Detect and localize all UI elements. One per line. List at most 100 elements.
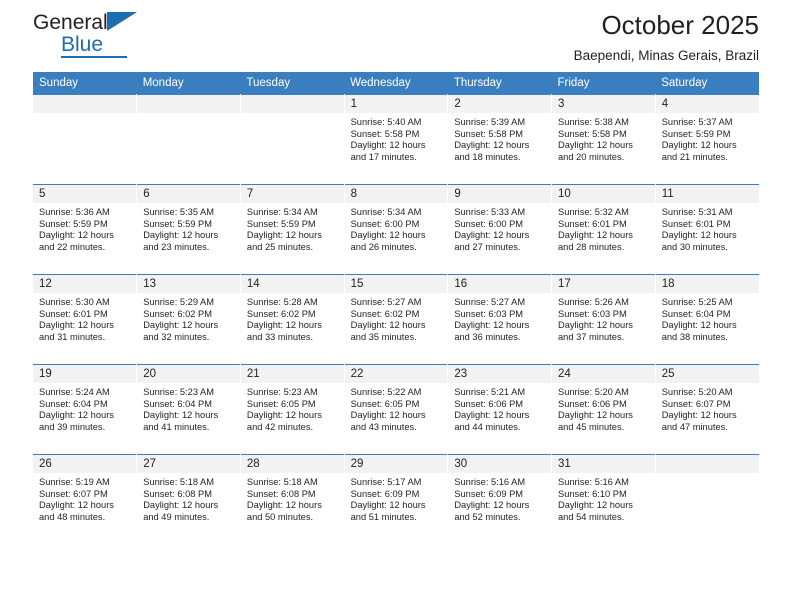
day-number: 11	[655, 185, 759, 203]
day-number: 21	[240, 365, 344, 383]
day-daylight-text: Daylight: 12 hours	[558, 230, 633, 241]
calendar-cell[interactable]: 17 Sunrise: 5:26 AM Sunset: 6:03 PM Dayligh…	[551, 274, 656, 365]
day-sunset-text: Sunset: 6:05 PM	[350, 398, 420, 409]
day-sunset-text: Sunset: 6:01 PM	[39, 308, 108, 319]
calendar-cell[interactable]: 5 Sunrise: 5:36 AM Sunset: 5:59 PM Daylight…	[33, 184, 138, 275]
calendar-cell[interactable]: 30 Sunrise: 5:16 AM Sunset: 6:09 PM Dayligh…	[447, 454, 553, 544]
day-sunrise-text: Sunrise: 5:24 AM	[39, 387, 110, 397]
day-details: Sunrise: 5:16 AM Sunset: 6:10 PM Daylight:…	[552, 473, 655, 544]
calendar-cell[interactable]: 24 Sunrise: 5:20 AM Sunset: 6:06 PM Dayligh…	[551, 364, 656, 455]
day-daylight-text: and 21 minutes.	[661, 151, 728, 162]
day-number: 15	[344, 275, 448, 293]
day-daylight-text: Daylight: 12 hours	[350, 320, 426, 331]
day-sunset-text: Sunset: 6:04 PM	[661, 308, 731, 319]
calendar-cell[interactable]: 15 Sunrise: 5:27 AM Sunset: 6:02 PM Dayligh…	[344, 274, 449, 365]
day-sunrise-text: Sunrise: 5:27 AM	[350, 297, 422, 307]
day-sunset-text: Sunset: 6:04 PM	[39, 398, 108, 409]
day-daylight-text: Daylight: 12 hours	[661, 410, 737, 421]
day-number: 1	[344, 95, 448, 113]
day-sunrise-text: Sunrise: 5:23 AM	[246, 387, 318, 397]
day-details: Sunrise: 5:18 AM Sunset: 6:08 PM Daylight:…	[137, 473, 240, 544]
calendar-cell[interactable]: 22 Sunrise: 5:22 AM Sunset: 6:05 PM Dayligh…	[344, 364, 449, 455]
calendar-cell[interactable]: 19 Sunrise: 5:24 AM Sunset: 6:04 PM Dayligh…	[33, 364, 138, 455]
day-daylight-text: and 18 minutes.	[454, 151, 521, 162]
day-number: 22	[344, 365, 448, 383]
day-daylight-text: and 31 minutes.	[39, 331, 106, 342]
calendar-cell[interactable]: 10 Sunrise: 5:32 AM Sunset: 6:01 PM Dayligh…	[551, 184, 656, 275]
day-sunset-text: Sunset: 5:59 PM	[143, 218, 212, 229]
calendar-cell[interactable]: 21 Sunrise: 5:23 AM Sunset: 6:05 PM Dayligh…	[240, 364, 345, 455]
day-number: 19	[33, 365, 137, 383]
calendar-cell[interactable]: 8 Sunrise: 5:34 AM Sunset: 6:00 PM Daylight…	[344, 184, 449, 275]
day-daylight-text: and 49 minutes.	[143, 511, 210, 522]
day-number: 12	[33, 275, 137, 293]
calendar-cell[interactable]: 25 Sunrise: 5:20 AM Sunset: 6:07 PM Dayligh…	[655, 364, 759, 455]
day-sunset-text: Sunset: 6:10 PM	[558, 488, 627, 499]
day-details: Sunrise: 5:27 AM Sunset: 6:02 PM Daylight:…	[345, 293, 448, 364]
day-sunset-text: Sunset: 5:58 PM	[558, 128, 627, 139]
day-sunset-text: Sunset: 6:00 PM	[454, 218, 524, 229]
page-title: October 2025	[601, 10, 759, 40]
calendar-cell[interactable]: 28 Sunrise: 5:18 AM Sunset: 6:08 PM Dayligh…	[240, 454, 345, 544]
calendar-cell[interactable]: 7 Sunrise: 5:34 AM Sunset: 5:59 PM Daylight…	[240, 184, 345, 275]
day-number: 5	[33, 185, 137, 203]
day-details: Sunrise: 5:40 AM Sunset: 5:58 PM Daylight:…	[345, 113, 448, 184]
calendar-cell[interactable]: 13 Sunrise: 5:29 AM Sunset: 6:02 PM Dayligh…	[136, 274, 241, 365]
day-daylight-text: Daylight: 12 hours	[39, 230, 114, 241]
day-sunset-text: Sunset: 5:58 PM	[454, 128, 524, 139]
day-sunrise-text: Sunrise: 5:18 AM	[246, 477, 318, 487]
day-daylight-text: and 44 minutes.	[454, 421, 521, 432]
calendar-cell[interactable]: 26 Sunrise: 5:19 AM Sunset: 6:07 PM Dayligh…	[33, 454, 138, 544]
day-daylight-text: Daylight: 12 hours	[558, 320, 633, 331]
day-details: Sunrise: 5:27 AM Sunset: 6:03 PM Daylight:…	[448, 293, 551, 364]
calendar-cell[interactable]: 1 Sunrise: 5:40 AM Sunset: 5:58 PM Daylight…	[344, 94, 449, 185]
calendar-cell[interactable]: 14 Sunrise: 5:28 AM Sunset: 6:02 PM Dayligh…	[240, 274, 345, 365]
day-sunset-text: Sunset: 6:08 PM	[143, 488, 212, 499]
day-daylight-text: and 45 minutes.	[558, 421, 625, 432]
calendar-cell[interactable]: 23 Sunrise: 5:21 AM Sunset: 6:06 PM Dayligh…	[447, 364, 553, 455]
calendar-cell[interactable]: 6 Sunrise: 5:35 AM Sunset: 5:59 PM Daylight…	[136, 184, 241, 275]
day-details: Sunrise: 5:23 AM Sunset: 6:05 PM Daylight:…	[241, 383, 344, 454]
calendar-cell[interactable]: 2 Sunrise: 5:39 AM Sunset: 5:58 PM Daylight…	[447, 94, 553, 185]
calendar-cell[interactable]: 3 Sunrise: 5:38 AM Sunset: 5:58 PM Daylight…	[551, 94, 656, 185]
day-sunrise-text: Sunrise: 5:27 AM	[454, 297, 526, 307]
day-daylight-text: and 38 minutes.	[661, 331, 728, 342]
day-sunset-text: Sunset: 5:59 PM	[661, 128, 731, 139]
general-blue-logo[interactable]: General Blue	[33, 8, 153, 60]
page-subtitle: Baependi, Minas Gerais, Brazil	[573, 48, 759, 63]
day-number: 27	[137, 455, 240, 473]
calendar-cell[interactable]: 4 Sunrise: 5:37 AM Sunset: 5:59 PM Daylight…	[655, 94, 759, 185]
day-sunrise-text: Sunrise: 5:21 AM	[454, 387, 526, 397]
calendar-cell[interactable]: 12 Sunrise: 5:30 AM Sunset: 6:01 PM Dayligh…	[33, 274, 138, 365]
day-daylight-text: Daylight: 12 hours	[454, 230, 530, 241]
day-daylight-text: Daylight: 12 hours	[454, 500, 530, 511]
day-sunset-text: Sunset: 6:06 PM	[558, 398, 627, 409]
day-number: 30	[448, 455, 552, 473]
calendar-cell[interactable]: 20 Sunrise: 5:23 AM Sunset: 6:04 PM Dayligh…	[136, 364, 241, 455]
day-sunrise-text: Sunrise: 5:29 AM	[143, 297, 215, 307]
calendar-cell[interactable]: 18 Sunrise: 5:25 AM Sunset: 6:04 PM Dayligh…	[655, 274, 759, 365]
day-sunrise-text: Sunrise: 5:18 AM	[143, 477, 215, 487]
day-number: 16	[448, 275, 552, 293]
calendar-cell[interactable]: 9 Sunrise: 5:33 AM Sunset: 6:00 PM Daylight…	[447, 184, 553, 275]
calendar-cell[interactable]: 31 Sunrise: 5:16 AM Sunset: 6:10 PM Dayligh…	[551, 454, 656, 544]
calendar-week-row: 5 Sunrise: 5:36 AM Sunset: 5:59 PM Daylight…	[33, 184, 759, 275]
day-sunrise-text: Sunrise: 5:16 AM	[454, 477, 526, 487]
day-number: 17	[552, 275, 655, 293]
calendar-cell[interactable]: 27 Sunrise: 5:18 AM Sunset: 6:08 PM Dayligh…	[136, 454, 241, 544]
day-daylight-text: Daylight: 12 hours	[454, 140, 530, 151]
day-number: 7	[240, 185, 344, 203]
day-details: Sunrise: 5:30 AM Sunset: 6:01 PM Daylight:…	[33, 293, 136, 364]
day-daylight-text: and 23 minutes.	[143, 241, 210, 252]
day-daylight-text: Daylight: 12 hours	[558, 140, 633, 151]
day-number: 18	[655, 275, 759, 293]
day-number	[137, 95, 240, 113]
day-daylight-text: Daylight: 12 hours	[558, 410, 633, 421]
calendar-body: 1 Sunrise: 5:40 AM Sunset: 5:58 PM Daylight…	[33, 94, 759, 544]
calendar-cell[interactable]: 29 Sunrise: 5:17 AM Sunset: 6:09 PM Dayligh…	[344, 454, 449, 544]
day-details: Sunrise: 5:34 AM Sunset: 6:00 PM Daylight:…	[345, 203, 448, 274]
day-daylight-text: and 52 minutes.	[454, 511, 521, 522]
calendar-cell[interactable]: 16 Sunrise: 5:27 AM Sunset: 6:03 PM Dayligh…	[447, 274, 553, 365]
weekday-header-friday: Friday	[551, 72, 656, 95]
calendar-cell[interactable]: 11 Sunrise: 5:31 AM Sunset: 6:01 PM Dayligh…	[655, 184, 759, 275]
